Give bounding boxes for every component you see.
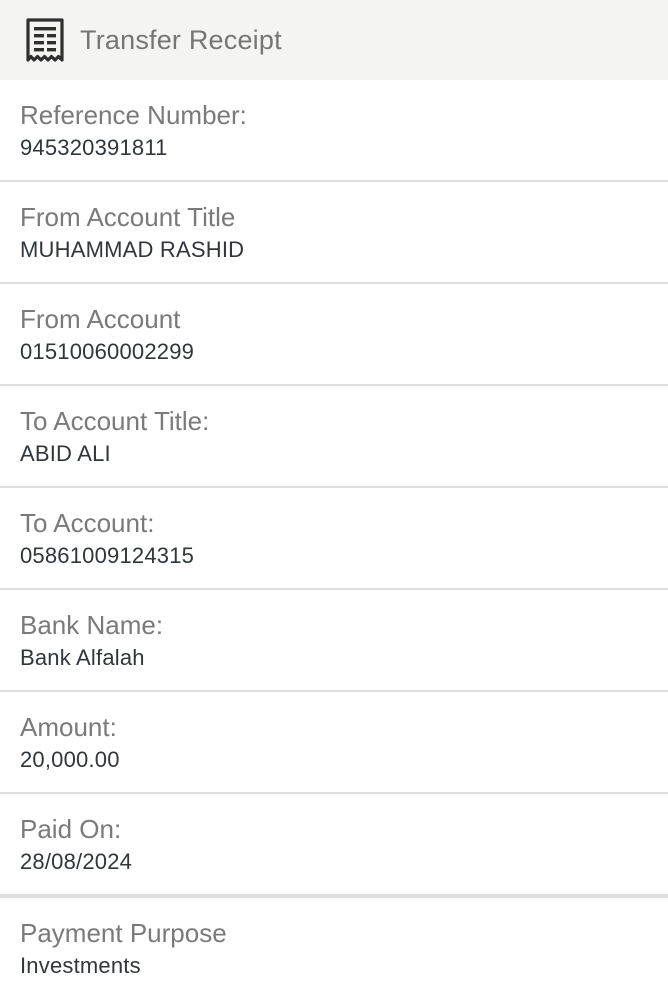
field-bank-name: Bank Name: Bank Alfalah [0, 590, 668, 692]
field-reference-number: Reference Number: 945320391811 [0, 80, 668, 182]
receipt-icon [24, 17, 66, 63]
field-value: 01510060002299 [20, 339, 195, 364]
field-value: 20,000.00 [20, 747, 120, 772]
field-label: From Account [20, 304, 181, 334]
field-value: Investments [20, 953, 141, 978]
receipt-header: Transfer Receipt [0, 0, 668, 80]
field-from-account: From Account 01510060002299 [0, 284, 668, 386]
field-label: From Account Title [20, 202, 236, 232]
field-paid-on: Paid On: 28/08/2024 [0, 794, 668, 898]
field-value: 05861009124315 [20, 543, 195, 568]
field-value: 945320391811 [20, 135, 168, 160]
field-label: Paid On: [20, 814, 122, 844]
field-amount: Amount: 20,000.00 [0, 692, 668, 794]
field-value: ABID ALI [20, 441, 111, 466]
field-to-account-title: To Account Title: ABID ALI [0, 386, 668, 488]
receipt-details: Reference Number: 945320391811 From Acco… [0, 80, 668, 1000]
field-label: Reference Number: [20, 100, 247, 130]
field-to-account: To Account: 05861009124315 [0, 488, 668, 590]
field-payment-purpose: Payment Purpose Investments [0, 898, 668, 1000]
field-value: Bank Alfalah [20, 645, 145, 670]
field-from-account-title: From Account Title MUHAMMAD RASHID [0, 182, 668, 284]
field-label: To Account Title: [20, 406, 210, 436]
field-label: Bank Name: [20, 610, 164, 640]
field-value: MUHAMMAD RASHID [20, 237, 245, 262]
page-title: Transfer Receipt [80, 24, 282, 55]
field-label: Amount: [20, 712, 117, 742]
field-label: Payment Purpose [20, 918, 227, 948]
field-value: 28/08/2024 [20, 849, 133, 874]
field-label: To Account: [20, 508, 155, 538]
